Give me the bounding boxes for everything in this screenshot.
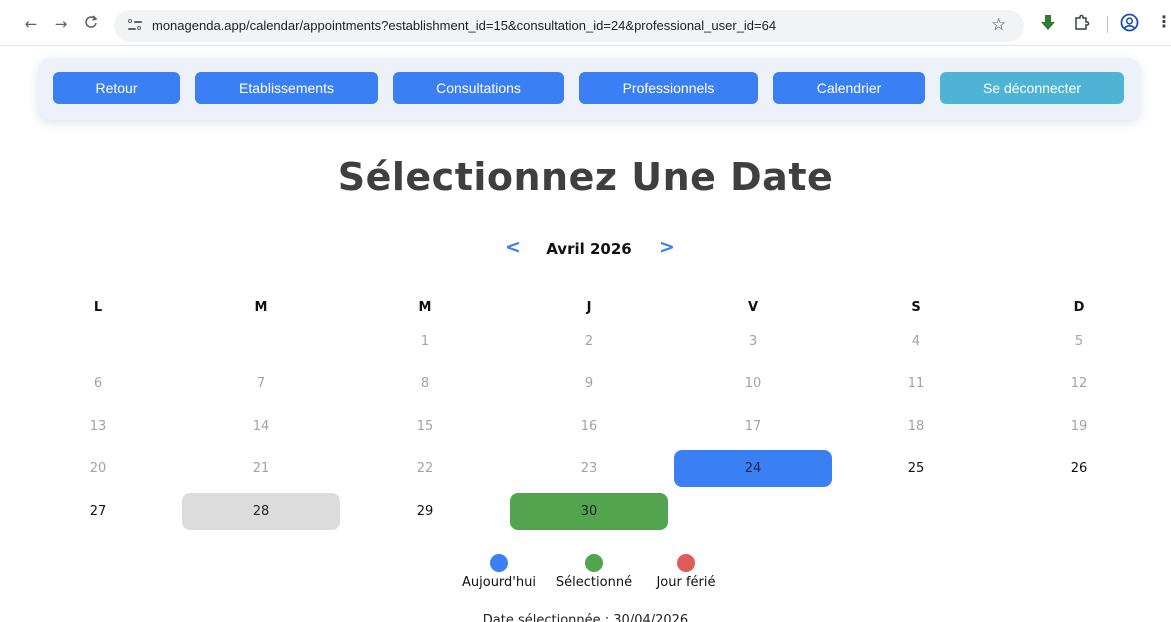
legend-today: Aujourd'hui (459, 554, 539, 590)
legend-today-label: Aujourd'hui (462, 575, 536, 590)
calendar-button[interactable]: Calendrier (773, 72, 925, 104)
calendar-day[interactable]: 29 (346, 493, 504, 530)
calendar-day: 8 (420, 376, 430, 391)
legend-holiday-dot (677, 554, 695, 572)
professionals-button[interactable]: Professionnels (579, 72, 758, 104)
calendar-day: 3 (748, 334, 758, 349)
calendar-day: 9 (584, 376, 594, 391)
address-bar[interactable]: monagenda.app/calendar/appointments?esta… (114, 10, 1024, 42)
calendar-day[interactable]: 25 (837, 450, 995, 487)
establishments-button[interactable]: Etablissements (195, 72, 378, 104)
calendar-day: 15 (416, 419, 434, 434)
calendar-day[interactable]: 30 (510, 493, 668, 530)
calendar-day: 10 (744, 376, 762, 391)
bookmark-star-icon[interactable]: ☆ (991, 15, 1006, 35)
download-arrow-icon[interactable] (1040, 14, 1056, 36)
calendar-day: 12 (1070, 376, 1088, 391)
selected-date-text: Date sélectionnée : 30/04/2026 (482, 613, 689, 622)
calendar-day[interactable]: 28 (182, 493, 340, 530)
calendar-day: 18 (907, 419, 925, 434)
calendar-day: 7 (256, 376, 266, 391)
next-month-button[interactable]: > (659, 236, 675, 258)
toolbar-separator (1107, 16, 1108, 33)
profile-avatar-icon[interactable] (1120, 13, 1139, 36)
calendar-day: 14 (252, 419, 270, 434)
month-label: Avril 2026 (546, 240, 632, 258)
previous-month-button[interactable]: < (505, 236, 521, 258)
calendar-day: 4 (911, 334, 921, 349)
weekday-header: M (418, 300, 432, 315)
consultations-button[interactable]: Consultations (393, 72, 564, 104)
browser-toolbar: ← → monagenda.app/calendar/appointments?… (0, 0, 1171, 46)
calendar-day: 21 (252, 461, 270, 476)
calendar-day: 2 (584, 334, 594, 349)
weekday-header: L (93, 300, 103, 315)
calendar-day: 23 (580, 461, 598, 476)
legend-today-dot (490, 554, 508, 572)
legend-holiday: Jour férié (646, 554, 726, 590)
legend-selected-label: Sélectionné (555, 575, 633, 590)
calendar-day[interactable]: 24 (674, 450, 832, 487)
legend-holiday-label: Jour férié (656, 575, 716, 590)
calendar-day: 20 (89, 461, 107, 476)
calendar-day: 1 (420, 334, 430, 349)
reload-icon[interactable] (82, 15, 100, 33)
url-text[interactable]: monagenda.app/calendar/appointments?esta… (152, 18, 776, 33)
forward-arrow-icon[interactable]: → (52, 15, 70, 33)
calendar-day: 6 (93, 376, 103, 391)
app-nav-bar: Retour Etablissements Consultations Prof… (38, 58, 1140, 120)
calendar-day: 22 (416, 461, 434, 476)
site-info-icon[interactable] (128, 17, 142, 35)
calendar-day: 11 (907, 376, 925, 391)
more-menu-icon[interactable]: ⋮ (1156, 12, 1171, 31)
page-title: Sélectionnez Une Date (337, 155, 834, 199)
calendar-day[interactable]: 26 (1000, 450, 1158, 487)
calendar-day: 5 (1074, 334, 1084, 349)
back-button[interactable]: Retour (53, 72, 180, 104)
weekday-header: S (911, 300, 921, 315)
legend-selected: Sélectionné (554, 554, 634, 590)
weekday-header: D (1073, 300, 1085, 315)
weekday-header: J (586, 300, 592, 315)
weekday-header: M (254, 300, 268, 315)
calendar-day: 19 (1070, 419, 1088, 434)
weekday-header: V (747, 300, 759, 315)
logout-button[interactable]: Se déconnecter (940, 72, 1124, 104)
legend-selected-dot (585, 554, 603, 572)
calendar-day[interactable]: 27 (19, 493, 177, 530)
calendar-day: 17 (744, 419, 762, 434)
calendar-day: 13 (89, 419, 107, 434)
calendar-day: 16 (580, 419, 598, 434)
back-arrow-icon[interactable]: ← (22, 15, 40, 33)
extensions-puzzle-icon[interactable] (1073, 14, 1090, 35)
